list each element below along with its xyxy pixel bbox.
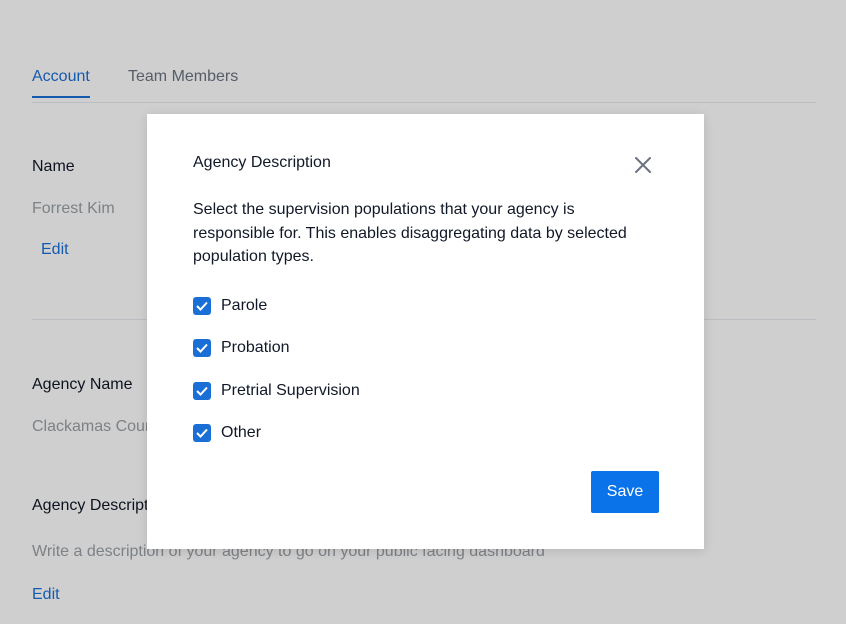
option-label: Other bbox=[221, 424, 262, 441]
option-pretrial-supervision[interactable]: Pretrial Supervision bbox=[193, 381, 360, 401]
agency-description-modal: Agency Description Select the supervisio… bbox=[147, 114, 704, 549]
checkbox-probation[interactable] bbox=[193, 339, 211, 357]
option-label: Pretrial Supervision bbox=[221, 382, 360, 399]
checkbox-parole[interactable] bbox=[193, 297, 211, 315]
close-icon[interactable] bbox=[633, 155, 653, 175]
checkbox-other[interactable] bbox=[193, 424, 211, 442]
option-other[interactable]: Other bbox=[193, 423, 261, 443]
save-button[interactable]: Save bbox=[591, 471, 659, 513]
option-label: Parole bbox=[221, 297, 268, 314]
option-label: Probation bbox=[221, 339, 290, 356]
checkbox-pretrial-supervision[interactable] bbox=[193, 382, 211, 400]
option-parole[interactable]: Parole bbox=[193, 296, 267, 316]
modal-title: Agency Description bbox=[193, 154, 331, 171]
option-probation[interactable]: Probation bbox=[193, 338, 290, 358]
modal-description: Select the supervision populations that … bbox=[193, 201, 627, 265]
